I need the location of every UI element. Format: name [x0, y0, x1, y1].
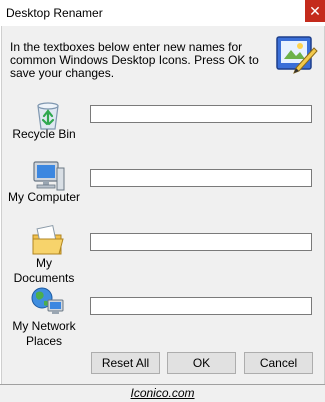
my-network-places-icon: [31, 287, 64, 314]
close-button[interactable]: ✕: [305, 0, 325, 22]
cancel-button[interactable]: Cancel: [244, 352, 313, 374]
my-computer-label: My Computer: [7, 190, 81, 204]
iconico-link[interactable]: Iconico.com: [0, 386, 325, 400]
desktop-renamer-app-icon: [276, 36, 318, 74]
my-documents-icon: [32, 224, 64, 255]
title-bar: Desktop Renamer ✕: [0, 0, 325, 26]
reset-all-button[interactable]: Reset All: [91, 352, 160, 374]
instructions-text: In the textboxes below enter new names f…: [10, 40, 259, 80]
recycle-bin-label: Recycle Bin: [12, 127, 76, 141]
my-computer-name-input[interactable]: [90, 169, 312, 187]
dialog-body: In the textboxes below enter new names f…: [1, 26, 325, 384]
my-documents-label: My Documents: [13, 256, 75, 285]
my-network-places-label: My Network Places: [12, 319, 76, 348]
recycle-bin-name-input[interactable]: [90, 105, 312, 123]
my-network-places-name-input[interactable]: [90, 297, 312, 315]
status-bar: Iconico.com: [0, 384, 325, 402]
ok-button[interactable]: OK: [167, 352, 236, 374]
my-computer-icon: [33, 161, 65, 191]
window-title: Desktop Renamer: [6, 6, 103, 20]
my-documents-name-input[interactable]: [90, 233, 312, 251]
